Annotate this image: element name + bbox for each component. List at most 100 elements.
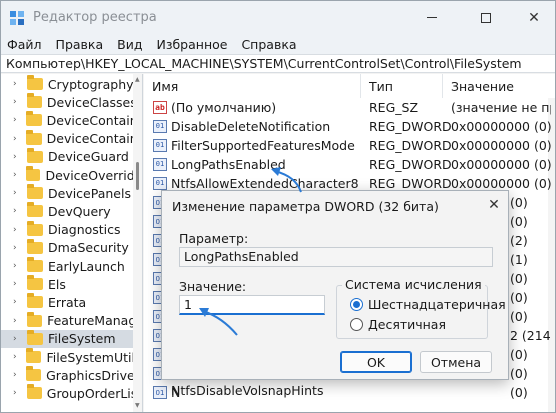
chevron-right-icon[interactable]: › — [13, 79, 23, 89]
menu-help[interactable]: Справка — [241, 37, 296, 52]
chevron-right-icon[interactable]: › — [13, 243, 23, 253]
value-data-partial: (0) — [510, 214, 528, 229]
value-data-partial: (0) — [510, 290, 528, 305]
chevron-right-icon[interactable]: › — [13, 152, 23, 162]
maximize-icon — [481, 12, 491, 23]
value-data-partial: (0) — [510, 347, 528, 362]
folder-icon — [27, 147, 43, 163]
tree-item[interactable]: › EarlyLaunch — [1, 257, 133, 275]
folder-icon — [26, 348, 42, 363]
dword-value-icon: 01 — [153, 120, 167, 133]
minimize-button[interactable] — [409, 1, 455, 34]
close-icon: ✕ — [528, 9, 540, 26]
chevron-right-icon[interactable]: › — [13, 134, 22, 144]
value-name-partial[interactable]: NtfsDisableVolsnapHints — [171, 383, 323, 398]
cancel-button[interactable]: Отмена — [420, 351, 492, 373]
dword-value-icon: 01 — [153, 386, 167, 399]
value-name: NtfsAllowExtendedCharacter8dot3... — [171, 176, 359, 191]
column-header-name[interactable]: Имя — [144, 74, 361, 98]
tree-item[interactable]: › DeviceClasses — [1, 93, 133, 111]
chevron-right-icon[interactable]: › — [13, 297, 23, 307]
tree-scroll-thumb[interactable] — [136, 162, 139, 190]
radio-decimal[interactable]: Десятичная — [350, 317, 446, 332]
scroll-up-icon[interactable]: ▲ — [135, 76, 140, 83]
tree-item-label: DeviceContain — [46, 131, 133, 147]
chevron-right-icon[interactable]: › — [13, 316, 23, 326]
column-header-value[interactable]: Значение — [443, 74, 555, 98]
chevron-right-icon[interactable]: › — [13, 388, 23, 398]
value-data: (значение не пр — [451, 100, 551, 115]
radio-decimal-label: Десятичная — [368, 317, 446, 332]
tree-item[interactable]: › Cryptography — [1, 75, 133, 93]
value-data-partial: (1) — [510, 252, 528, 267]
tree-item[interactable]: › GraphicsDriver — [1, 366, 133, 384]
registry-key-tree: ▲ ▼ › Cryptography › DeviceClasses › DeviceCo… — [1, 74, 143, 412]
value-row[interactable]: 01 LongPathsEnabled REG_DWORD 0x00000000 (0… — [144, 155, 551, 174]
close-button[interactable]: ✕ — [511, 1, 555, 34]
menu-file[interactable]: Файл — [7, 37, 42, 52]
tree-item-label: FileSystemUtili — [46, 349, 133, 365]
column-header-type[interactable]: Тип — [361, 74, 443, 98]
tree-item-label: GraphicsDriver — [46, 367, 134, 383]
tree-item[interactable]: › DevQuery — [1, 202, 133, 220]
tree-item[interactable]: › Els — [1, 275, 133, 293]
menu-favorites[interactable]: Избранное — [156, 37, 227, 52]
tree-item[interactable]: › FeatureManag — [1, 311, 133, 330]
value-data-partial: (0) — [510, 366, 528, 381]
value-type: REG_DWORD — [369, 176, 451, 191]
maximize-button[interactable] — [463, 1, 509, 34]
radio-hex[interactable]: Шестнадцатеричная — [350, 297, 506, 312]
chevron-right-icon[interactable]: › — [13, 115, 22, 125]
chevron-right-icon[interactable]: › — [13, 188, 23, 198]
tree-item-label: DeviceContain — [46, 112, 133, 128]
address-bar[interactable]: Компьютер\HKEY_LOCAL_MACHINE\SYSTEM\Curr… — [1, 54, 555, 73]
tree-scrollbar[interactable]: ▲ ▼ — [133, 74, 142, 412]
value-type: REG_DWORD — [369, 119, 451, 134]
tree-item-label: Errata — [48, 294, 87, 310]
close-icon: ✕ — [488, 197, 500, 213]
value-data: 0x00000000 (0) — [451, 119, 551, 134]
param-label: Параметр: — [179, 231, 249, 246]
chevron-right-icon[interactable]: › — [13, 170, 22, 180]
tree-item[interactable]: › DeviceOverride — [1, 166, 133, 184]
menu-edit[interactable]: Правка — [56, 37, 104, 52]
chevron-right-icon[interactable]: › — [13, 97, 23, 107]
value-row[interactable]: ab (По умолчанию) REG_SZ (значение не пр — [144, 98, 551, 117]
tree-item[interactable]: › GroupOrderLis — [1, 384, 133, 402]
tree-item[interactable]: › DmaSecurity — [1, 238, 133, 257]
chevron-right-icon[interactable]: › — [13, 279, 23, 289]
scroll-down-icon[interactable]: ▼ — [135, 402, 140, 409]
chevron-right-icon[interactable]: › — [13, 334, 23, 344]
value-data-partial: (0) — [510, 385, 528, 400]
tree-item[interactable]: › DevicePanels — [1, 184, 133, 202]
tree-item[interactable]: › FileSystemUtili — [1, 348, 133, 366]
tree-item[interactable]: › FileSystem — [1, 329, 133, 348]
chevron-right-icon[interactable]: › — [13, 225, 23, 235]
ok-button[interactable]: OK — [340, 351, 412, 373]
chevron-right-icon[interactable]: › — [13, 370, 22, 380]
tree-item[interactable]: › Diagnostics — [1, 220, 133, 239]
folder-icon — [27, 257, 43, 272]
value-type: REG_DWORD — [369, 157, 451, 172]
value-data-input[interactable]: 1 — [179, 295, 325, 315]
menu-view[interactable]: Вид — [117, 37, 142, 52]
value-row[interactable]: 01 FilterSupportedFeaturesMode REG_DWORD 0x… — [144, 136, 551, 155]
value-row[interactable]: 01 DisableDeleteNotification REG_DWORD 0x00… — [144, 117, 551, 136]
tree-item[interactable]: › DeviceContain — [1, 111, 133, 129]
dialog-close-button[interactable]: ✕ — [484, 195, 504, 215]
chevron-right-icon[interactable]: › — [13, 206, 23, 216]
value-data: 0x00000000 (0) — [451, 157, 551, 172]
tree-item[interactable]: › DeviceContain — [1, 129, 133, 148]
folder-icon — [27, 184, 43, 200]
tree-item[interactable]: › DeviceGuard — [1, 147, 133, 166]
value-data: 0x00000000 (0) — [451, 176, 551, 191]
string-value-icon: ab — [153, 101, 167, 114]
value-data-partial: (0) — [510, 271, 528, 286]
tree-item-label: DevQuery — [48, 203, 111, 219]
tree-item-label: DevicePanels — [48, 185, 131, 201]
chevron-right-icon[interactable]: › — [13, 261, 23, 271]
chevron-right-icon[interactable]: › — [13, 352, 22, 362]
tree-item[interactable]: › Errata — [1, 293, 133, 311]
folder-icon — [27, 293, 43, 309]
radio-checked-icon — [350, 298, 363, 311]
